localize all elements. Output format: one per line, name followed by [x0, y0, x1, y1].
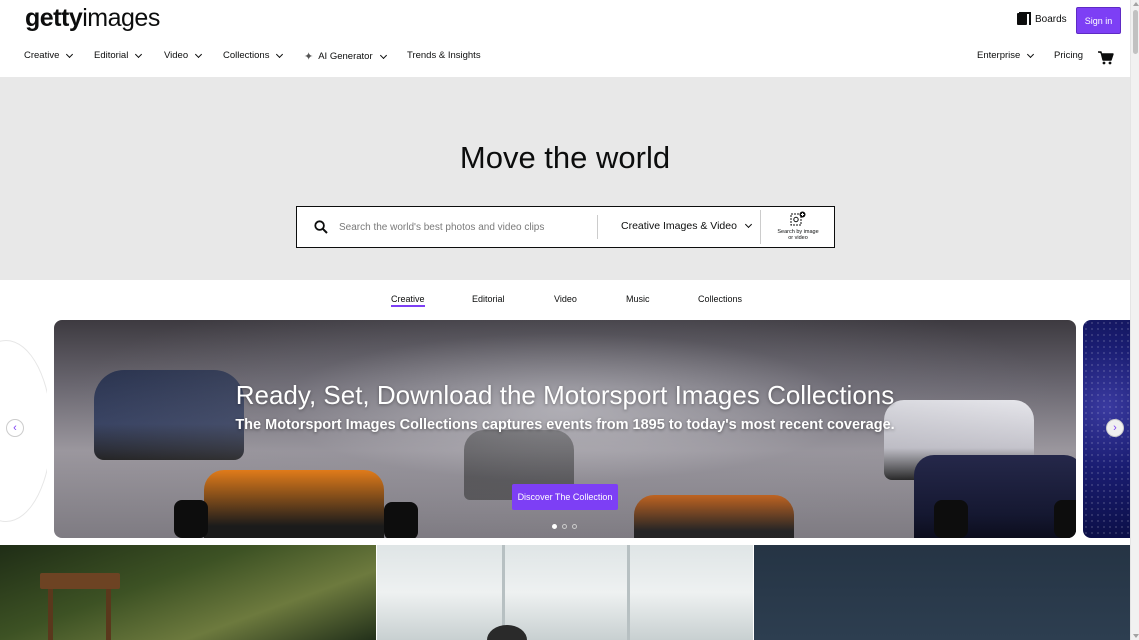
search-bar: Creative Images & Video Search by image …	[296, 206, 835, 248]
image-search-icon	[790, 211, 806, 226]
logo-bold: getty	[25, 4, 83, 32]
image-grid	[0, 545, 1130, 640]
carousel-dots	[552, 524, 577, 529]
nav-ai-generator-label: AI Generator	[318, 51, 373, 62]
scroll-up-icon[interactable]	[1133, 2, 1139, 6]
carousel-dot[interactable]	[552, 524, 557, 529]
scrollbar-thumb[interactable]	[1133, 10, 1138, 54]
image-search-label-2: or video	[788, 235, 808, 241]
nav-enterprise[interactable]: Enterprise	[977, 50, 1035, 61]
tab-music[interactable]: Music	[626, 294, 650, 304]
carousel-next-button[interactable]: ›	[1106, 419, 1124, 437]
image-search-button[interactable]: Search by image or video	[765, 211, 831, 245]
tyre-image	[174, 500, 208, 538]
nav-enterprise-label: Enterprise	[977, 50, 1021, 61]
chevron-down-icon	[135, 50, 143, 58]
search-type-label: Creative Images & Video	[621, 220, 737, 232]
hero-title: Move the world	[459, 140, 671, 175]
tyre-image	[934, 500, 968, 538]
content-tabs: Creative Editorial Video Music Collectio…	[0, 280, 1130, 320]
chevron-down-icon	[744, 220, 752, 229]
table-image	[40, 573, 120, 589]
nav-collections-label: Collections	[223, 50, 270, 61]
tab-editorial[interactable]: Editorial	[472, 294, 505, 304]
chevron-down-icon	[276, 50, 284, 58]
search-divider	[760, 210, 761, 244]
image-tile-office[interactable]	[377, 545, 753, 640]
main-nav: Creative Editorial Video Collections ✦ A…	[0, 50, 1130, 68]
boards-link[interactable]: Boards	[1017, 12, 1067, 26]
tyre-image	[1054, 500, 1076, 538]
table-leg	[106, 589, 111, 640]
chevron-down-icon	[195, 50, 203, 58]
race-car-image	[204, 470, 384, 538]
scroll-down-icon[interactable]	[1133, 634, 1139, 638]
search-divider	[597, 215, 598, 239]
search-type-select[interactable]: Creative Images & Video	[621, 220, 752, 232]
image-tile-dark[interactable]	[754, 545, 1130, 640]
tab-creative[interactable]: Creative	[391, 294, 425, 307]
sign-in-button[interactable]: Sign in	[1076, 7, 1121, 34]
page: gettyimages Boards Sign in Creative Edit…	[0, 0, 1130, 640]
window-frame	[627, 545, 630, 640]
nav-creative-label: Creative	[24, 50, 60, 61]
chevron-down-icon	[66, 50, 74, 58]
chevron-right-icon: ›	[1113, 422, 1117, 434]
nav-pricing[interactable]: Pricing	[1054, 50, 1083, 61]
carousel-dot[interactable]	[562, 524, 567, 529]
nav-pricing-label: Pricing	[1054, 50, 1084, 61]
carousel-title: Ready, Set, Download the Motorsport Imag…	[235, 380, 895, 410]
boards-icon	[1017, 12, 1031, 26]
race-car-image	[634, 495, 794, 538]
site-header: gettyimages Boards Sign in Creative Edit…	[0, 0, 1130, 78]
tab-collections[interactable]: Collections	[698, 294, 742, 304]
hero-section: Move the world Creative Images & Video	[0, 78, 1130, 280]
tyre-image	[384, 502, 418, 538]
nav-video-label: Video	[164, 50, 189, 61]
nav-editorial[interactable]: Editorial	[94, 50, 143, 61]
table-leg	[48, 589, 53, 640]
person-image	[487, 625, 527, 640]
boards-label: Boards	[1035, 13, 1067, 25]
search-input[interactable]	[339, 217, 589, 237]
nav-creative[interactable]: Creative	[24, 50, 74, 61]
chevron-left-icon: ‹	[13, 422, 17, 434]
chevron-down-icon	[379, 51, 387, 59]
logo-light: images	[82, 4, 160, 32]
nav-video[interactable]: Video	[164, 50, 203, 61]
chevron-down-icon	[1027, 50, 1035, 58]
cart-icon[interactable]	[1098, 51, 1114, 65]
nav-trends-label: Trends & Insights	[407, 50, 481, 61]
hero-carousel: Ready, Set, Download the Motorsport Imag…	[0, 320, 1130, 540]
sparkle-icon: ✦	[304, 51, 314, 63]
carousel-prev-button[interactable]: ‹	[6, 419, 24, 437]
tab-video[interactable]: Video	[554, 294, 577, 304]
search-icon[interactable]	[314, 220, 328, 234]
carousel-slide-motorsport: Ready, Set, Download the Motorsport Imag…	[54, 320, 1076, 538]
nav-collections[interactable]: Collections	[223, 50, 284, 61]
page-scrollbar[interactable]	[1130, 0, 1139, 640]
carousel-dot[interactable]	[572, 524, 577, 529]
nav-editorial-label: Editorial	[94, 50, 129, 61]
carousel-subtitle: The Motorsport Images Collections captur…	[235, 417, 895, 433]
nav-ai-generator[interactable]: ✦ AI Generator	[304, 50, 387, 63]
nav-trends[interactable]: Trends & Insights	[407, 50, 481, 61]
getty-logo[interactable]: gettyimages	[25, 4, 160, 33]
discover-collection-button[interactable]: Discover The Collection	[512, 484, 618, 510]
image-tile-garden[interactable]	[0, 545, 376, 640]
